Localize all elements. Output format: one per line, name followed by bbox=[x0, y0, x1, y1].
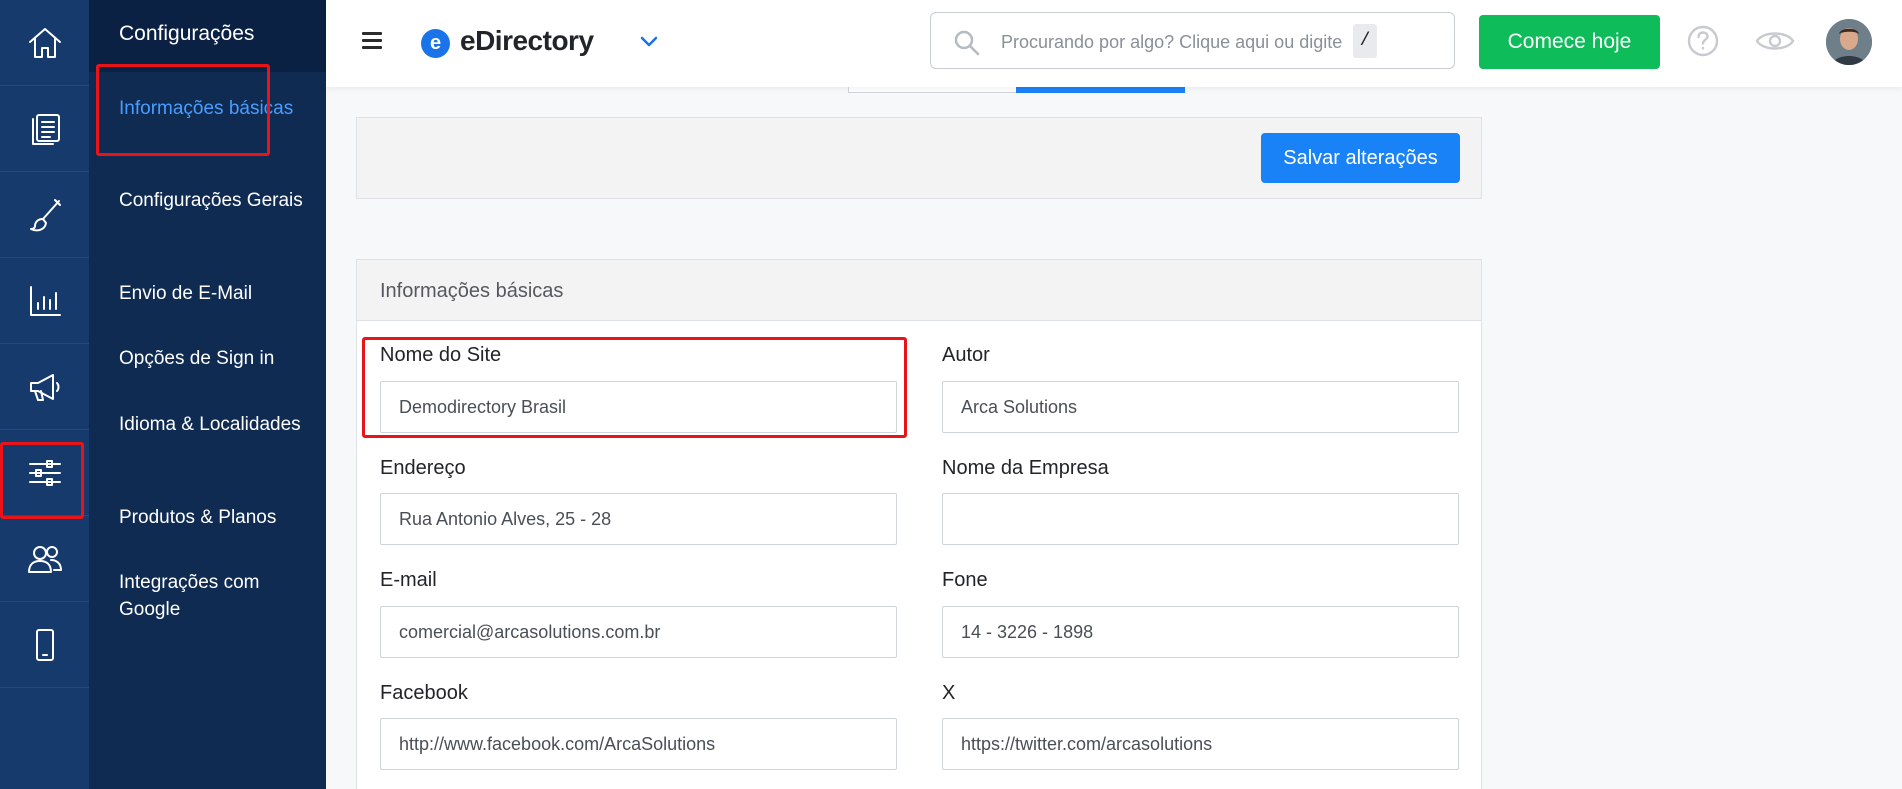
search-shortcut-key: / bbox=[1353, 24, 1377, 58]
start-today-button[interactable]: Comece hoje bbox=[1479, 15, 1660, 69]
search-icon bbox=[953, 29, 981, 57]
address-label: Endereço bbox=[380, 457, 466, 479]
rail-content[interactable] bbox=[0, 86, 89, 172]
design-brush-icon bbox=[29, 198, 61, 231]
users-icon bbox=[27, 545, 62, 573]
card-header: Informações básicas bbox=[357, 260, 1481, 321]
submenu-item-basic-info[interactable]: Informações básicas bbox=[119, 95, 309, 122]
user-avatar[interactable] bbox=[1826, 19, 1872, 65]
card-title: Informações básicas bbox=[380, 280, 564, 302]
facebook-label: Facebook bbox=[380, 682, 468, 704]
rail-reports[interactable] bbox=[0, 258, 89, 344]
site-name-input[interactable] bbox=[380, 381, 897, 433]
email-label: E-mail bbox=[380, 569, 437, 591]
rail-mobile[interactable] bbox=[0, 602, 89, 688]
submenu-item-email-sending[interactable]: Envio de E-Mail bbox=[119, 280, 309, 307]
settings-sliders-icon bbox=[28, 459, 61, 486]
save-changes-button[interactable]: Salvar alterações bbox=[1261, 133, 1460, 183]
edirectory-logo-text: eDirectory bbox=[460, 25, 594, 56]
tab-bar-remnant bbox=[848, 87, 1185, 93]
rail-users[interactable] bbox=[0, 516, 89, 602]
icon-rail bbox=[0, 0, 89, 789]
submenu-item-sign-in-options[interactable]: Opções de Sign in bbox=[119, 345, 309, 372]
top-bar: e eDirectory / Comece hoje bbox=[326, 0, 1902, 87]
email-input[interactable] bbox=[380, 606, 897, 658]
x-input[interactable] bbox=[942, 718, 1459, 770]
help-icon[interactable] bbox=[1686, 24, 1720, 58]
global-search[interactable]: / bbox=[930, 12, 1455, 69]
basic-info-card: Informações básicas Nome do Site Autor E… bbox=[356, 259, 1482, 789]
content-icon bbox=[31, 113, 60, 145]
phone-input[interactable] bbox=[942, 606, 1459, 658]
company-name-input[interactable] bbox=[942, 493, 1459, 545]
author-input[interactable] bbox=[942, 381, 1459, 433]
submenu-item-language-locales[interactable]: Idioma & Localidades bbox=[119, 411, 309, 438]
phone-label: Fone bbox=[942, 569, 988, 591]
x-label: X bbox=[942, 682, 956, 704]
rail-design[interactable] bbox=[0, 172, 89, 258]
settings-submenu: Configurações Informações básicas Config… bbox=[89, 0, 326, 789]
submenu-item-products-plans[interactable]: Produtos & Planos bbox=[119, 504, 309, 531]
search-input[interactable] bbox=[1001, 29, 1361, 55]
edirectory-logo-icon: e bbox=[421, 29, 450, 58]
menu-toggle-icon[interactable] bbox=[362, 32, 382, 50]
rail-settings[interactable] bbox=[0, 430, 89, 516]
facebook-input[interactable] bbox=[380, 718, 897, 770]
reports-chart-icon bbox=[29, 285, 61, 316]
author-label: Autor bbox=[942, 344, 990, 366]
rail-home[interactable] bbox=[0, 0, 89, 86]
submenu-item-general-settings[interactable]: Configurações Gerais bbox=[119, 187, 309, 214]
submenu-item-google-integrations[interactable]: Integrações com Google bbox=[119, 569, 309, 623]
home-icon bbox=[28, 27, 61, 58]
main-content: Salvar alterações Informações básicas No… bbox=[326, 87, 1902, 789]
promotion-megaphone-icon bbox=[29, 373, 59, 401]
mobile-icon bbox=[35, 628, 54, 661]
chevron-down-icon[interactable] bbox=[636, 28, 662, 54]
company-name-label: Nome da Empresa bbox=[942, 457, 1109, 479]
save-panel: Salvar alterações bbox=[356, 117, 1482, 199]
site-name-label: Nome do Site bbox=[380, 344, 502, 366]
address-input[interactable] bbox=[380, 493, 897, 545]
submenu-title: Configurações bbox=[89, 0, 326, 72]
preview-eye-icon[interactable] bbox=[1755, 26, 1795, 56]
rail-promotion[interactable] bbox=[0, 344, 89, 430]
